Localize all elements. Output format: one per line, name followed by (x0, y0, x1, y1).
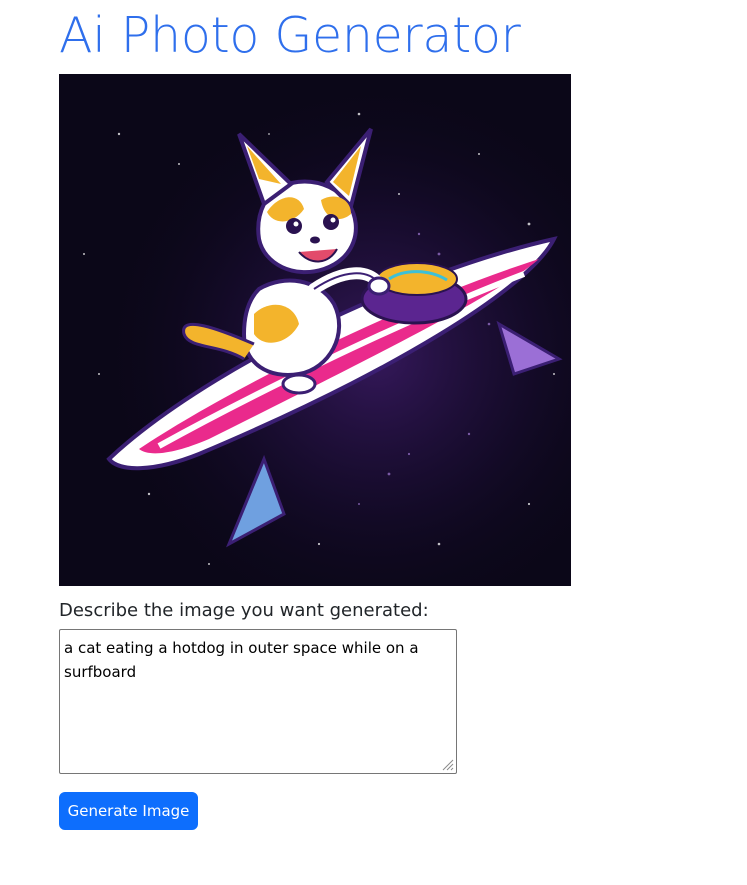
page-title: Ai Photo Generator (59, 7, 521, 64)
page: Ai Photo Generator Describe the image yo… (0, 0, 747, 885)
prompt-label: Describe the image you want generated: (59, 600, 429, 621)
prompt-text: a cat eating a hotdog in outer space whi… (64, 639, 419, 681)
prompt-textarea[interactable]: a cat eating a hotdog in outer space whi… (59, 629, 457, 774)
generated-image-art (59, 74, 571, 586)
generate-image-button[interactable]: Generate Image (59, 792, 198, 830)
generated-image (59, 74, 571, 586)
resize-grip-icon[interactable] (440, 757, 454, 771)
